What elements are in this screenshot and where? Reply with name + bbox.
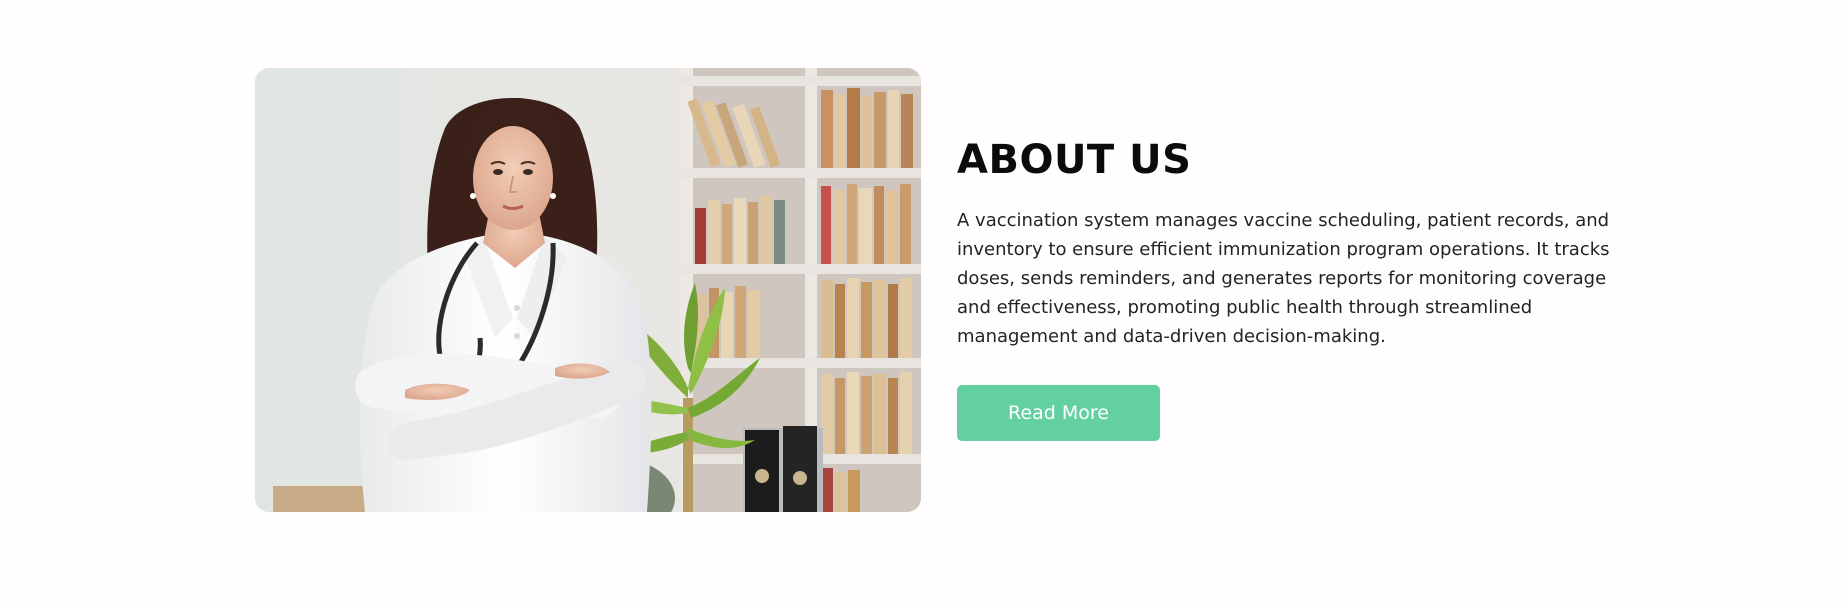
about-content: ABOUT US A vaccination system manages va… [957,132,1637,441]
section-description: A vaccination system manages vaccine sch… [957,210,1610,347]
read-more-button[interactable]: Read More [957,385,1160,441]
doctor-photo [255,68,921,512]
section-title: ABOUT US [957,137,1192,183]
doctor-illustration [255,68,921,512]
about-section: ABOUT US A vaccination system manages va… [0,0,1847,602]
